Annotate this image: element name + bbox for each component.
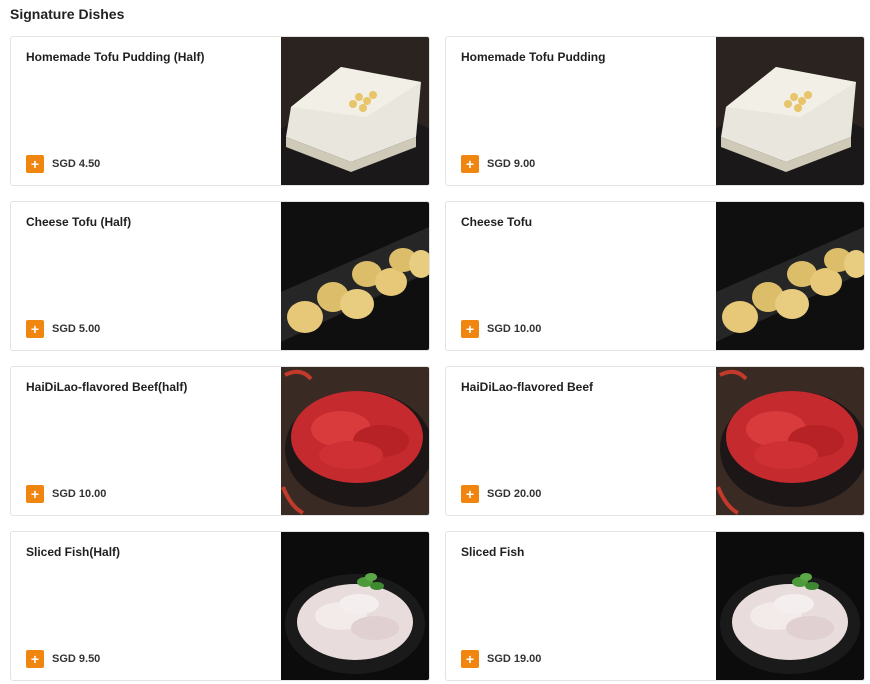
dish-name: Sliced Fish bbox=[461, 545, 525, 559]
dish-card[interactable]: Cheese Tofu + SGD 10.00 bbox=[445, 201, 865, 351]
beef-photo bbox=[716, 367, 864, 515]
tofu-pudding-photo bbox=[281, 37, 429, 185]
tofu-pudding-photo bbox=[716, 37, 864, 185]
dish-price: SGD 19.00 bbox=[487, 653, 542, 665]
add-button[interactable]: + bbox=[26, 320, 44, 338]
price-row: + SGD 5.00 bbox=[26, 320, 100, 338]
price-row: + SGD 4.50 bbox=[26, 155, 100, 173]
dish-price: SGD 20.00 bbox=[487, 488, 542, 500]
price-row: + SGD 19.00 bbox=[461, 650, 541, 668]
dish-price: SGD 4.50 bbox=[52, 158, 101, 170]
dish-name: Cheese Tofu bbox=[461, 215, 533, 229]
add-button[interactable]: + bbox=[26, 650, 44, 668]
price-row: + SGD 10.00 bbox=[461, 320, 541, 338]
price-row: + SGD 20.00 bbox=[461, 485, 541, 503]
dish-name: HaiDiLao-flavored Beef(half) bbox=[26, 380, 188, 394]
dish-name: Homemade Tofu Pudding (Half) bbox=[26, 50, 205, 64]
dish-price: SGD 5.00 bbox=[52, 323, 101, 335]
add-button[interactable]: + bbox=[26, 485, 44, 503]
price-row: + SGD 9.00 bbox=[461, 155, 535, 173]
cheese-tofu-photo bbox=[281, 202, 429, 350]
dish-name: HaiDiLao-flavored Beef bbox=[461, 380, 594, 394]
add-button[interactable]: + bbox=[461, 155, 479, 173]
sliced-fish-photo bbox=[716, 532, 864, 680]
beef-photo bbox=[281, 367, 429, 515]
cheese-tofu-photo bbox=[716, 202, 864, 350]
add-button[interactable]: + bbox=[461, 650, 479, 668]
dish-card[interactable]: HaiDiLao-flavored Beef + SGD 20.00 bbox=[445, 366, 865, 516]
dish-name: Homemade Tofu Pudding bbox=[461, 50, 606, 64]
dish-card[interactable]: Homemade Tofu Pudding (Half) + SGD 4.50 bbox=[10, 36, 430, 186]
add-button[interactable]: + bbox=[26, 155, 44, 173]
dish-price: SGD 10.00 bbox=[487, 323, 542, 335]
dish-card[interactable]: Homemade Tofu Pudding + SGD 9.00 bbox=[445, 36, 865, 186]
add-button[interactable]: + bbox=[461, 485, 479, 503]
dish-price: SGD 9.00 bbox=[487, 158, 536, 170]
price-row: + SGD 10.00 bbox=[26, 485, 106, 503]
dish-card[interactable]: Sliced Fish + SGD 19.00 bbox=[445, 531, 865, 681]
section-title: Signature Dishes bbox=[10, 6, 125, 22]
sliced-fish-photo bbox=[281, 532, 429, 680]
dish-card[interactable]: Sliced Fish(Half) + SGD 9.50 bbox=[10, 531, 430, 681]
dish-name: Sliced Fish(Half) bbox=[26, 545, 121, 559]
price-row: + SGD 9.50 bbox=[26, 650, 100, 668]
dish-name: Cheese Tofu (Half) bbox=[26, 215, 132, 229]
dish-card[interactable]: Cheese Tofu (Half) + SGD 5.00 bbox=[10, 201, 430, 351]
dish-grid: Homemade Tofu Pudding (Half) + SGD 4.50 … bbox=[10, 36, 865, 681]
dish-card[interactable]: HaiDiLao-flavored Beef(half) + SGD 10.00 bbox=[10, 366, 430, 516]
dish-price: SGD 9.50 bbox=[52, 653, 101, 665]
add-button[interactable]: + bbox=[461, 320, 479, 338]
dish-price: SGD 10.00 bbox=[52, 488, 107, 500]
